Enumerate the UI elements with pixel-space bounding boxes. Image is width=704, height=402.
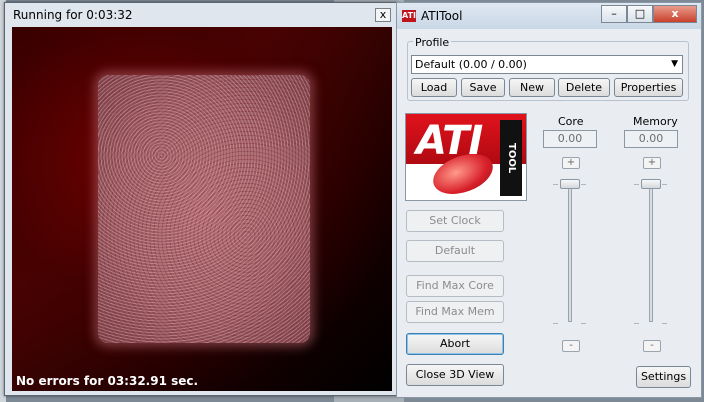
status-text: No errors for 03:32.91 sec. (16, 374, 199, 388)
save-button[interactable]: Save (461, 78, 505, 97)
window-controls: – □ x (601, 5, 697, 23)
memory-value: 0.00 (624, 130, 678, 148)
memory-label: Memory (633, 115, 678, 128)
memory-slider-track[interactable] (649, 180, 653, 322)
ati-tool-logo: ATI TOOL (405, 113, 527, 201)
delete-button[interactable]: Delete (558, 78, 610, 97)
slider-tick (662, 323, 667, 324)
set-clock-button[interactable]: Set Clock (406, 210, 504, 232)
render-canvas: No errors for 03:32.91 sec. (12, 27, 392, 391)
app-icon: ATI (402, 10, 417, 22)
core-value: 0.00 (543, 130, 597, 148)
memory-plus-button[interactable]: + (643, 157, 661, 169)
slider-tick (581, 323, 586, 324)
settings-button[interactable]: Settings (636, 366, 691, 388)
close-3d-view-button[interactable]: Close 3D View (406, 364, 504, 386)
close-button[interactable]: x (375, 8, 391, 22)
default-button[interactable]: Default (406, 240, 504, 262)
slider-tick (634, 323, 639, 324)
memory-slider-thumb[interactable] (641, 179, 661, 189)
new-button[interactable]: New (509, 78, 555, 97)
slider-tick (553, 184, 558, 185)
abort-button[interactable]: Abort (406, 333, 504, 355)
atitool-window: ATI ATITool – □ x Profile Default (0.00 … (396, 2, 702, 398)
minimize-button[interactable]: – (601, 5, 627, 23)
window-title: ATITool (421, 9, 463, 23)
slider-tick (553, 323, 558, 324)
properties-button[interactable]: Properties (614, 78, 683, 97)
maximize-button[interactable]: □ (627, 5, 653, 23)
title-bar[interactable]: ATI ATITool – □ x (397, 3, 701, 29)
slider-tick (581, 184, 586, 185)
slider-tick (634, 184, 639, 185)
profile-select[interactable]: Default (0.00 / 0.00) ▼ (411, 55, 683, 74)
fur-cube-render (98, 75, 310, 343)
profile-label: Profile (413, 36, 452, 49)
core-slider-track[interactable] (568, 180, 572, 322)
core-minus-button[interactable]: - (562, 340, 580, 352)
core-label: Core (558, 115, 584, 128)
close-button[interactable]: x (653, 5, 697, 23)
find-max-mem-button[interactable]: Find Max Mem (406, 301, 504, 323)
chevron-down-icon: ▼ (671, 59, 678, 69)
window-title: Running for 0:03:32 (13, 8, 133, 22)
profile-selected-value: Default (0.00 / 0.00) (415, 58, 527, 71)
memory-minus-button[interactable]: - (643, 340, 661, 352)
3d-view-window: Running for 0:03:32 x No errors for 03:3… (4, 2, 398, 396)
slider-tick (662, 184, 667, 185)
load-button[interactable]: Load (411, 78, 457, 97)
find-max-core-button[interactable]: Find Max Core (406, 275, 504, 297)
logo-subtext: TOOL (500, 120, 522, 196)
core-slider-thumb[interactable] (560, 179, 580, 189)
core-plus-button[interactable]: + (562, 157, 580, 169)
